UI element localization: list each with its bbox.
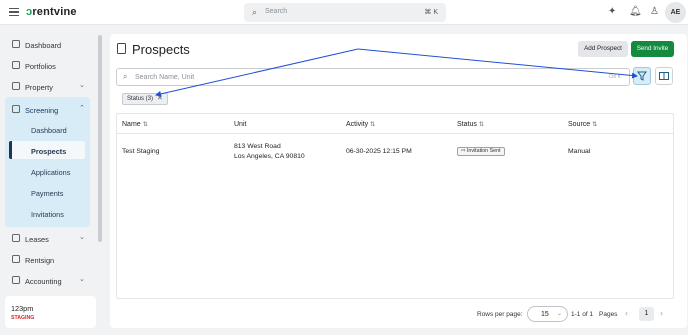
menu-icon[interactable]: [9, 8, 19, 16]
top-bar: ↄrentvine ⌕ Search ⌘ K ✦ 🔔︎ ♙ AE: [0, 0, 688, 25]
sidebar-subitem-prospects[interactable]: Prospects: [31, 147, 66, 156]
global-search-input[interactable]: ⌕ Search ⌘ K: [244, 3, 446, 22]
status-filter-chip[interactable]: Status (3) ✕: [122, 93, 168, 105]
sidebar-item-rentsign[interactable]: Rentsign: [9, 252, 89, 268]
chevron-right-icon[interactable]: ›: [660, 308, 663, 318]
columns-icon: [659, 72, 669, 80]
add-prospect-button[interactable]: Add Prospect: [578, 41, 628, 57]
grid-icon: [12, 40, 20, 48]
close-icon[interactable]: ✕: [157, 95, 163, 102]
cell-unit-line1: 813 West Road: [234, 143, 281, 150]
document-icon: [12, 105, 20, 113]
user-icon[interactable]: ♙: [650, 6, 659, 17]
header-divider: [117, 133, 673, 134]
chevron-left-icon[interactable]: ‹: [625, 308, 628, 318]
folder-icon: [12, 61, 20, 69]
send-invite-button[interactable]: Send Invite: [631, 41, 674, 57]
sidebar-scrollbar[interactable]: [98, 35, 102, 242]
sort-icon[interactable]: ⇅: [592, 122, 597, 128]
filter-icon: [637, 71, 647, 81]
search-icon: ⌕: [123, 72, 128, 81]
avatar[interactable]: AE: [665, 2, 686, 23]
range-text: 1-1 of 1: [571, 311, 594, 318]
bell-icon[interactable]: 🔔︎: [629, 6, 642, 17]
sidebar-subitem-dashboard[interactable]: Dashboard: [31, 126, 67, 135]
column-header-unit[interactable]: Unit: [234, 121, 246, 128]
sidebar-item-dashboard[interactable]: Dashboard: [9, 37, 89, 53]
clipboard-icon: [12, 234, 20, 242]
column-header-name[interactable]: Name ⇅: [122, 121, 148, 128]
cell-activity: 06-30-2025 12:15 PM: [346, 148, 412, 155]
filter-button[interactable]: [633, 67, 651, 85]
document-icon: [117, 43, 126, 54]
org-switcher[interactable]: 123pm STAGING: [5, 296, 96, 328]
env-badge: STAGING: [11, 315, 35, 321]
sort-icon[interactable]: ⇅: [370, 122, 375, 128]
dollar-icon: [12, 276, 20, 284]
search-input[interactable]: ⌕ Search Name, Unit Ctrl K: [116, 68, 630, 86]
sidebar-item-property[interactable]: Property ⌄: [9, 79, 89, 95]
sidebar-item-accounting[interactable]: Accounting ⌄: [9, 273, 89, 289]
sparkle-icon[interactable]: ✦: [608, 6, 616, 17]
rows-per-page-select[interactable]: 15 ⌄: [527, 306, 568, 322]
rows-per-page-label: Rows per page:: [477, 311, 523, 318]
cell-source: Manual: [568, 148, 591, 155]
sidebar-subitem-payments[interactable]: Payments: [31, 189, 63, 198]
sidebar-item-leases[interactable]: Leases ⌄: [9, 231, 89, 247]
prospects-table: [116, 113, 674, 299]
column-header-status[interactable]: Status ⇅: [457, 121, 484, 128]
status-badge: ⇨ Invitation Sent: [457, 147, 505, 156]
page-title: Prospects: [132, 42, 190, 57]
app-logo[interactable]: ↄrentvine: [26, 6, 77, 18]
sidebar-subitem-invitations[interactable]: Invitations: [31, 210, 64, 219]
chevron-down-icon: ⌄: [79, 276, 85, 283]
building-icon: [12, 82, 20, 90]
sort-icon[interactable]: ⇅: [479, 122, 484, 128]
sidebar-item-portfolios[interactable]: Portfolios: [9, 58, 89, 74]
search-shortcut: Ctrl K: [608, 74, 622, 80]
search-icon: ⌕: [252, 7, 258, 17]
chevron-down-icon: ⌄: [79, 82, 85, 89]
pages-label: Pages: [599, 311, 618, 318]
sort-icon[interactable]: ⇅: [143, 122, 148, 128]
cell-name[interactable]: Test Staging: [122, 147, 159, 157]
search-placeholder: Search Name, Unit: [135, 74, 195, 81]
chevron-down-icon: ⌄: [557, 311, 563, 317]
page-button-current[interactable]: 1: [639, 307, 654, 321]
column-header-activity[interactable]: Activity ⇅: [346, 121, 375, 128]
search-shortcut: ⌘ K: [424, 9, 438, 16]
chevron-down-icon: ⌄: [79, 234, 85, 241]
signature-icon: [12, 255, 20, 263]
column-header-source[interactable]: Source ⇅: [568, 121, 597, 128]
chevron-up-icon: ⌃: [79, 105, 85, 112]
sidebar-subitem-applications[interactable]: Applications: [31, 168, 70, 177]
sidebar-item-screening[interactable]: Screening ⌃: [9, 102, 89, 118]
search-placeholder: Search: [265, 8, 288, 15]
org-name: 123pm: [11, 304, 34, 313]
columns-button[interactable]: [655, 67, 673, 85]
cell-unit-line2: Los Angeles, CA 90810: [234, 153, 305, 160]
